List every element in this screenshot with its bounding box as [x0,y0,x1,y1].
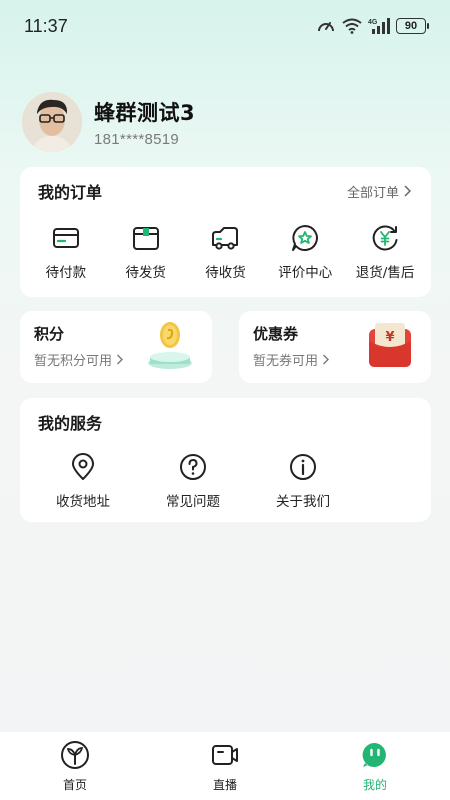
service-faq[interactable]: 常见问题 [138,452,248,510]
nav-home[interactable]: 首页 [15,740,135,793]
chevron-right-icon [117,354,124,365]
camera-icon [212,745,238,765]
nav-label: 首页 [62,778,87,792]
nav-label: 我的 [362,778,387,792]
status-icons: 4G 90 [316,17,429,35]
order-label: 评价中心 [278,265,333,281]
nav-label: 直播 [212,778,237,792]
service-address[interactable]: 收货地址 [28,452,138,510]
red-envelope-icon: ¥ [363,319,417,377]
order-pending-receipt[interactable]: 待收货 [187,223,263,281]
location-pin-icon [72,453,94,480]
box-icon [132,227,159,250]
service-label: 常见问题 [166,494,220,510]
order-label: 待收货 [205,265,246,281]
profile-header[interactable]: 蜂群测试3 181****8519 [22,92,195,152]
order-label: 待付款 [45,265,87,281]
service-label: 关于我们 [276,494,330,510]
all-orders-link[interactable]: 全部订单 [347,182,411,201]
points-card[interactable]: 积分 暂无积分可用 [20,311,212,383]
coupon-subtitle: 暂无券可用 [253,354,319,369]
question-icon [180,454,206,480]
truck-icon [212,227,239,250]
avatar[interactable] [22,92,82,152]
services-card: 我的服务 收货地址 常见问题 关于我们 [20,398,431,522]
coupon-badge-symbol: ¥ [385,330,394,345]
sprout-icon [61,741,89,769]
yuan-return-icon [372,225,398,251]
orders-title: 我的订单 [38,183,103,202]
card-icon [52,228,79,248]
signal-icon: 4G [368,17,390,35]
face-icon [362,742,386,767]
points-subtitle: 暂无积分可用 [34,354,113,369]
chevron-right-icon [323,354,330,365]
order-returns[interactable]: 退货/售后 [347,223,423,281]
coin-stand-icon [142,319,198,377]
orders-card: 我的订单 全部订单 待付款 待发货 待收货 评价中心 退货/售后 [20,167,431,297]
status-bar: 11:37 4G 90 [0,0,450,52]
order-label: 待发货 [125,265,166,281]
order-pending-payment[interactable]: 待付款 [28,223,104,281]
speed-icon [316,17,336,35]
services-title: 我的服务 [38,414,103,433]
status-time: 11:37 [24,15,68,36]
network-label: 4G [368,19,378,26]
order-review-center[interactable]: 评价中心 [267,223,343,281]
coupon-card[interactable]: 优惠券 暂无券可用 ¥ [239,311,431,383]
order-pending-shipment[interactable]: 待发货 [108,223,184,281]
service-about[interactable]: 关于我们 [248,452,358,510]
info-icon [290,454,316,480]
profile-name: 蜂群测试3 [94,100,196,125]
battery-icon: 90 [396,18,429,34]
wifi-icon [342,18,362,34]
chevron-right-icon [404,185,411,197]
bottom-nav: 首页 直播 我的 [0,732,450,800]
star-chat-icon [292,225,319,251]
order-label: 退货/售后 [355,265,415,281]
all-orders-label: 全部订单 [346,185,399,201]
nav-mine[interactable]: 我的 [315,740,435,793]
profile-phone: 181****8519 [94,130,180,148]
nav-live[interactable]: 直播 [165,740,285,793]
service-label: 收货地址 [56,494,110,510]
